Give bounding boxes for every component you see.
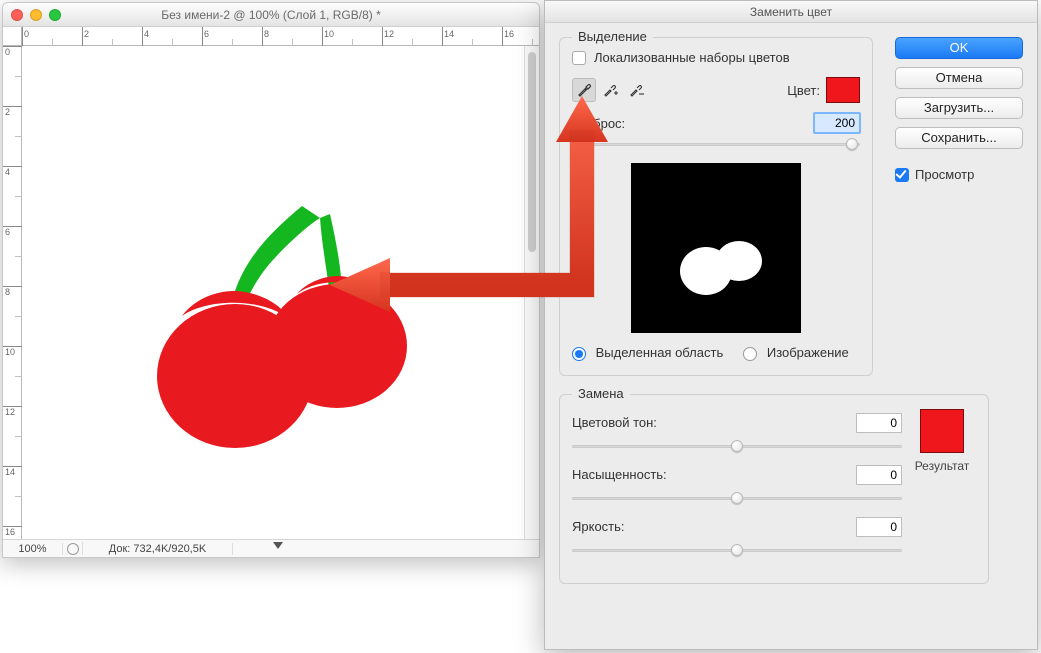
hue-slider-thumb[interactable] xyxy=(731,440,743,452)
document-title: Без имени-2 @ 100% (Слой 1, RGB/8) * xyxy=(3,8,539,22)
save-button[interactable]: Сохранить... xyxy=(895,127,1023,149)
fuzziness-slider-thumb[interactable] xyxy=(846,138,858,150)
radio-selection-label: Выделенная область xyxy=(596,345,724,360)
saturation-label: Насыщенность: xyxy=(572,467,682,482)
vertical-scrollbar-thumb[interactable] xyxy=(528,52,536,252)
lightness-slider[interactable] xyxy=(572,541,902,559)
replacement-legend: Замена xyxy=(572,386,630,401)
saturation-input[interactable] xyxy=(856,465,902,485)
status-bar: 100% Док: 732,4K/920,5K xyxy=(3,539,539,557)
radio-image[interactable]: Изображение xyxy=(743,345,849,361)
zoom-icon[interactable] xyxy=(49,9,61,21)
source-color-swatch[interactable] xyxy=(826,77,860,103)
ok-button[interactable]: OK xyxy=(895,37,1023,59)
radio-image-indicator[interactable] xyxy=(743,347,757,361)
minimize-icon[interactable] xyxy=(30,9,42,21)
cancel-button[interactable]: Отмена xyxy=(895,67,1023,89)
status-bar-handle-icon[interactable] xyxy=(273,542,283,549)
window-controls xyxy=(11,9,61,21)
preview-checkbox-row[interactable]: Просмотр xyxy=(895,167,1023,182)
ruler-vertical[interactable]: 0246810121416 xyxy=(3,46,22,539)
fuzziness-label: Разброс: xyxy=(572,116,806,131)
load-button[interactable]: Загрузить... xyxy=(895,97,1023,119)
radio-selection[interactable]: Выделенная область xyxy=(572,345,723,361)
result-label: Результат xyxy=(910,459,974,473)
vertical-scrollbar[interactable] xyxy=(524,46,539,539)
localized-checkbox[interactable] xyxy=(572,51,586,65)
saturation-slider[interactable] xyxy=(572,489,902,507)
hue-input[interactable] xyxy=(856,413,902,433)
document-size: Док: 732,4K/920,5K xyxy=(83,543,233,555)
ruler-horizontal[interactable]: 0246810121416 xyxy=(22,27,539,46)
mask-preview[interactable] xyxy=(631,163,801,333)
selection-fieldset: Выделение Локализованные наборы цветов xyxy=(559,37,873,376)
lightness-slider-thumb[interactable] xyxy=(731,544,743,556)
dialog-title[interactable]: Заменить цвет xyxy=(545,1,1037,23)
result-color-swatch[interactable] xyxy=(920,409,964,453)
lightness-input[interactable] xyxy=(856,517,902,537)
canvas[interactable] xyxy=(22,46,524,539)
eyedropper-minus-icon[interactable] xyxy=(624,78,648,102)
saturation-slider-thumb[interactable] xyxy=(731,492,743,504)
radio-selection-indicator[interactable] xyxy=(572,347,586,361)
eyedropper-icon[interactable] xyxy=(572,78,596,102)
color-label: Цвет: xyxy=(787,83,820,98)
eyedropper-plus-icon[interactable] xyxy=(598,78,622,102)
selection-legend: Выделение xyxy=(572,29,653,44)
localized-checkbox-row[interactable]: Локализованные наборы цветов xyxy=(572,50,860,65)
hue-slider[interactable] xyxy=(572,437,902,455)
preview-checkbox[interactable] xyxy=(895,168,909,182)
status-icon[interactable] xyxy=(63,542,83,554)
replacement-fieldset: Замена Цветовой тон: Насыщенность: xyxy=(559,394,989,584)
localized-label: Локализованные наборы цветов xyxy=(594,50,790,65)
document-titlebar[interactable]: Без имени-2 @ 100% (Слой 1, RGB/8) * xyxy=(3,3,539,27)
fuzziness-input[interactable] xyxy=(814,113,860,133)
preview-label: Просмотр xyxy=(915,167,974,182)
ruler-origin[interactable] xyxy=(3,27,22,46)
canvas-artwork xyxy=(22,46,524,539)
fuzziness-slider[interactable] xyxy=(572,135,860,153)
hue-label: Цветовой тон: xyxy=(572,415,682,430)
replace-color-dialog: Заменить цвет OK Отмена Загрузить... Сох… xyxy=(544,0,1038,650)
lightness-label: Яркость: xyxy=(572,519,682,534)
radio-image-label: Изображение xyxy=(767,345,849,360)
dialog-side-buttons: OK Отмена Загрузить... Сохранить... Прос… xyxy=(895,37,1023,182)
zoom-readout[interactable]: 100% xyxy=(3,543,63,555)
document-window: Без имени-2 @ 100% (Слой 1, RGB/8) * 024… xyxy=(2,2,540,558)
close-icon[interactable] xyxy=(11,9,23,21)
